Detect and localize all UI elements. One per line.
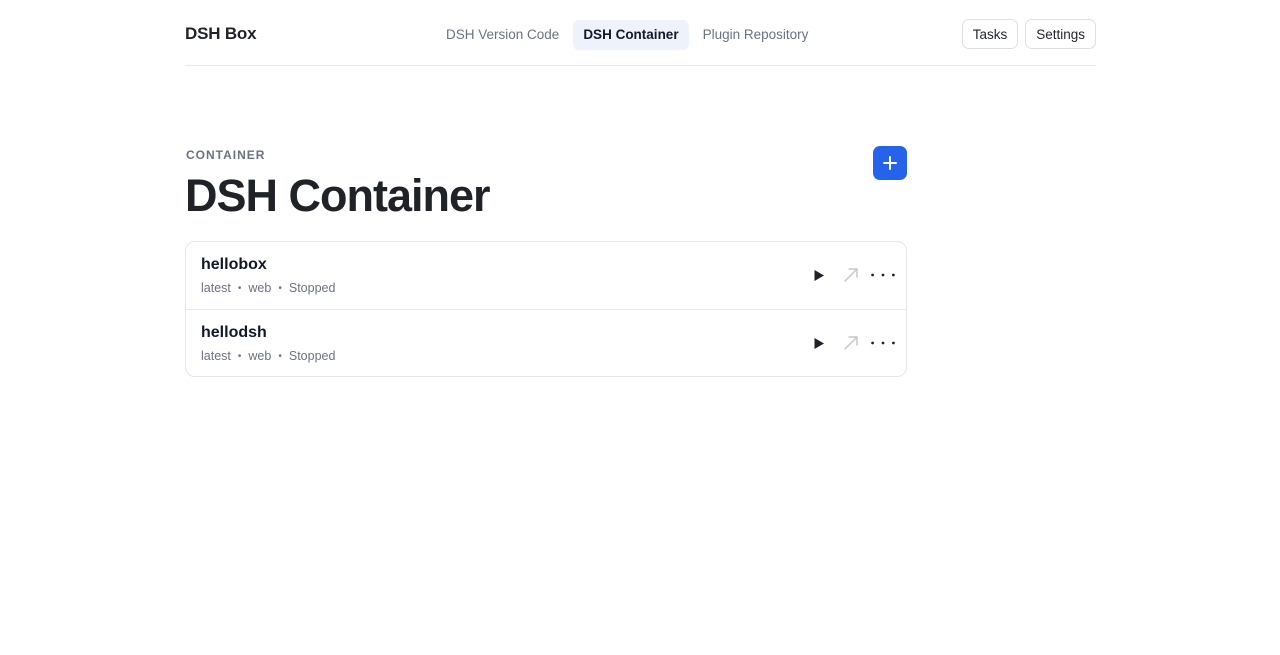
page-title: DSH Container [185,170,491,221]
top-bar: DSH Box DSH Version Code DSH Container P… [185,0,1096,66]
container-version: latest [201,281,231,295]
tab-dsh-container[interactable]: DSH Container [573,20,689,50]
container-type: web [248,281,272,295]
container-row-hellobox[interactable]: hellobox latest • web • Stopped [186,242,906,309]
add-container-button[interactable] [873,146,907,180]
more-icon[interactable] [870,263,896,287]
container-type: web [248,349,272,363]
container-list: hellobox latest • web • Stopped hellodsh… [185,241,907,377]
section-eyebrow: CONTAINER [186,148,266,162]
open-external-icon[interactable] [838,263,864,287]
play-icon[interactable] [806,263,832,287]
tab-dsh-version-code[interactable]: DSH Version Code [436,20,569,50]
meta-separator: • [237,350,242,362]
row-actions [806,331,896,355]
plus-icon [883,156,897,170]
tasks-button[interactable]: Tasks [961,19,1019,49]
main-nav: DSH Version Code DSH Container Plugin Re… [436,20,818,50]
container-row-hellodsh[interactable]: hellodsh latest • web • Stopped [186,309,906,376]
container-meta: latest • web • Stopped [201,349,335,363]
container-status: Stopped [288,349,336,363]
top-actions: Tasks Settings [961,19,1096,49]
container-version: latest [201,349,231,363]
container-status: Stopped [288,281,336,295]
row-actions [806,263,896,287]
meta-separator: • [237,282,242,294]
brand-title: DSH Box [185,24,257,43]
open-external-icon[interactable] [838,331,864,355]
more-icon[interactable] [870,331,896,355]
meta-separator: • [278,350,282,362]
container-meta: latest • web • Stopped [201,281,335,295]
meta-separator: • [278,282,282,294]
container-name: hellobox [201,256,267,273]
play-icon[interactable] [806,331,832,355]
settings-button[interactable]: Settings [1025,19,1096,49]
container-name: hellodsh [201,324,267,341]
tab-plugin-repository[interactable]: Plugin Repository [693,20,819,50]
